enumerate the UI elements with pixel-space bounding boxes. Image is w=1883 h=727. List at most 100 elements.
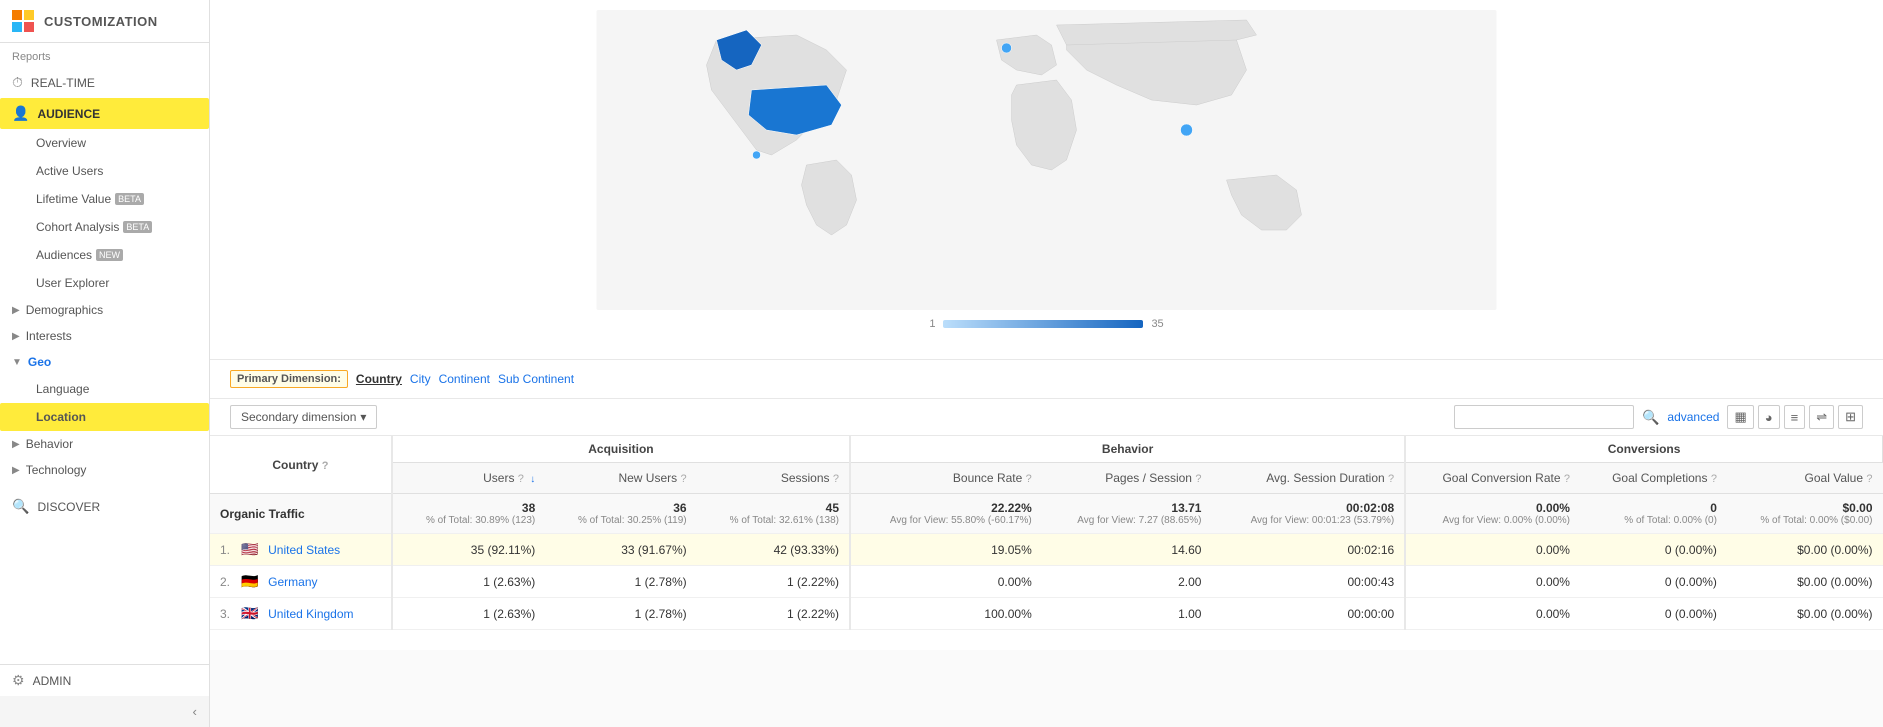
col-pages-session-header: Pages / Session ? xyxy=(1042,463,1212,494)
users-help-icon: ? xyxy=(518,473,524,485)
table-col-headers: Users ? ↓ New Users ? Sessions ? Bounce … xyxy=(210,463,1883,494)
nav-discover[interactable]: 🔍 DISCOVER xyxy=(0,491,209,522)
pivot-view-button[interactable]: ⊞ xyxy=(1838,405,1863,429)
nav-cohort-analysis-label: Cohort Analysis xyxy=(36,220,119,234)
avg-session-cell-0: 00:02:16 xyxy=(1211,534,1405,566)
help-icon: ? xyxy=(322,460,329,472)
table-row: 1. 🇺🇸 United States 35 (92.11%) 33 (91.6… xyxy=(210,534,1883,566)
search-input[interactable] xyxy=(1454,405,1634,429)
flag-icon-2: 🇬🇧 xyxy=(241,605,258,621)
sidebar-bottom: ⚙ ADMIN ‹ xyxy=(0,664,209,727)
pie-view-button[interactable]: ◕ xyxy=(1758,405,1780,429)
new-users-cell-0: 33 (91.67%) xyxy=(545,534,696,566)
dim-continent-link[interactable]: Continent xyxy=(439,372,490,386)
nav-technology-section[interactable]: ▶ Technology xyxy=(0,457,209,483)
logo-sq-2 xyxy=(24,10,34,20)
nav-realtime[interactable]: ⏱ REAL-TIME xyxy=(0,67,209,98)
nav-geo-label: Geo xyxy=(28,355,51,369)
users-cell-1: 1 (2.63%) xyxy=(392,566,545,598)
nav-audiences[interactable]: Audiences NEW xyxy=(0,241,209,269)
row-num-0: 1. xyxy=(220,543,230,557)
row-num-2: 3. xyxy=(220,607,230,621)
group-behavior-header: Behavior xyxy=(850,436,1405,463)
secondary-dimension-button[interactable]: Secondary dimension ▾ xyxy=(230,405,377,429)
goal-comp-help-icon: ? xyxy=(1711,473,1717,485)
organic-bounce-rate-cell: 22.22% Avg for View: 55.80% (-60.17%) xyxy=(850,494,1042,534)
nav-audience-label: AUDIENCE xyxy=(37,107,100,121)
chevron-down-icon: ▾ xyxy=(360,410,366,424)
main-content: 1 35 Primary Dimension: Country City Con… xyxy=(210,0,1883,727)
cohort-analysis-badge: BETA xyxy=(123,221,152,233)
nav-discover-label: DISCOVER xyxy=(37,500,100,514)
col-country-header: Country ? xyxy=(210,436,392,494)
nav-demographics-section[interactable]: ▶ Demographics xyxy=(0,297,209,323)
geo-arrow: ▼ xyxy=(12,357,22,368)
country-cell-0: 1. 🇺🇸 United States xyxy=(210,534,392,566)
nav-user-explorer[interactable]: User Explorer xyxy=(0,269,209,297)
users-sort-icon[interactable]: ↓ xyxy=(530,474,535,485)
nav-lifetime-value-label: Lifetime Value xyxy=(36,192,111,206)
app-logo xyxy=(12,10,34,32)
search-icon: 🔍 xyxy=(1642,409,1659,426)
sessions-cell-2: 1 (2.22%) xyxy=(697,598,850,630)
behavior-arrow: ▶ xyxy=(12,439,20,450)
table-row: 3. 🇬🇧 United Kingdom 1 (2.63%) 1 (2.78%)… xyxy=(210,598,1883,630)
country-cell-2: 3. 🇬🇧 United Kingdom xyxy=(210,598,392,630)
compare-view-button[interactable]: ⇌ xyxy=(1809,405,1834,429)
avg-session-cell-2: 00:00:00 xyxy=(1211,598,1405,630)
col-users-header: Users ? ↓ xyxy=(392,463,545,494)
col-bounce-rate-header: Bounce Rate ? xyxy=(850,463,1042,494)
organic-sessions-cell: 45 % of Total: 32.61% (138) xyxy=(697,494,850,534)
nav-location[interactable]: Location xyxy=(0,403,209,431)
goal-value-cell-1: $0.00 (0.00%) xyxy=(1727,566,1883,598)
world-map xyxy=(230,10,1863,310)
nav-lifetime-value[interactable]: Lifetime Value BETA xyxy=(0,185,209,213)
country-link-2[interactable]: United Kingdom xyxy=(268,607,353,621)
collapse-sidebar-button[interactable]: ‹ xyxy=(0,696,209,727)
goal-conv-rate-cell-0: 0.00% xyxy=(1405,534,1580,566)
data-table: Country ? Acquisition Behavior Conversio… xyxy=(210,436,1883,630)
nav-demographics-label: Demographics xyxy=(26,303,103,317)
nav-user-explorer-label: User Explorer xyxy=(36,276,109,290)
col-goal-completions-header: Goal Completions ? xyxy=(1580,463,1727,494)
goal-conv-rate-cell-1: 0.00% xyxy=(1405,566,1580,598)
sidebar: CUSTOMIZATION Reports ⏱ REAL-TIME 👤 AUDI… xyxy=(0,0,210,727)
advanced-link[interactable]: advanced xyxy=(1667,410,1719,424)
nav-behavior-section[interactable]: ▶ Behavior xyxy=(0,431,209,457)
grid-view-button[interactable]: ▦ xyxy=(1727,405,1753,429)
goal-value-help-icon: ? xyxy=(1866,473,1872,485)
nav-geo-section[interactable]: ▼ Geo xyxy=(0,349,209,375)
group-conversions-header: Conversions xyxy=(1405,436,1882,463)
nav-active-users[interactable]: Active Users xyxy=(0,157,209,185)
nav-interests-section[interactable]: ▶ Interests xyxy=(0,323,209,349)
dim-city-link[interactable]: City xyxy=(410,372,431,386)
nav-audience[interactable]: 👤 AUDIENCE xyxy=(0,98,209,129)
toolbar-left: Secondary dimension ▾ xyxy=(230,405,377,429)
nav-technology-label: Technology xyxy=(26,463,87,477)
dim-sub-continent-link[interactable]: Sub Continent xyxy=(498,372,574,386)
country-link-0[interactable]: United States xyxy=(268,543,340,557)
pages-session-cell-1: 2.00 xyxy=(1042,566,1212,598)
flag-icon-1: 🇩🇪 xyxy=(241,573,258,589)
logo-sq-3 xyxy=(12,22,22,32)
country-link-1[interactable]: Germany xyxy=(268,575,317,589)
bar-view-button[interactable]: ≡ xyxy=(1784,405,1806,429)
organic-goal-conv-rate-cell: 0.00% Avg for View: 0.00% (0.00%) xyxy=(1405,494,1580,534)
nav-language[interactable]: Language xyxy=(0,375,209,403)
map-legend: 1 35 xyxy=(230,318,1863,330)
nav-overview[interactable]: Overview xyxy=(0,129,209,157)
col-goal-conv-rate-header: Goal Conversion Rate ? xyxy=(1405,463,1580,494)
nav-audiences-label: Audiences xyxy=(36,248,92,262)
primary-dimension-label: Primary Dimension: xyxy=(230,370,348,388)
organic-traffic-row: Organic Traffic 38 % of Total: 30.89% (1… xyxy=(210,494,1883,534)
organic-traffic-label-cell: Organic Traffic xyxy=(210,494,392,534)
nav-cohort-analysis[interactable]: Cohort Analysis BETA xyxy=(0,213,209,241)
nav-interests-label: Interests xyxy=(26,329,72,343)
dim-country-link[interactable]: Country xyxy=(356,372,402,386)
nav-realtime-label: REAL-TIME xyxy=(31,76,95,90)
organic-new-users-cell: 36 % of Total: 30.25% (119) xyxy=(545,494,696,534)
new-users-cell-2: 1 (2.78%) xyxy=(545,598,696,630)
audiences-badge: NEW xyxy=(96,249,123,261)
nav-admin[interactable]: ⚙ ADMIN xyxy=(0,665,209,696)
interests-arrow: ▶ xyxy=(12,331,20,342)
